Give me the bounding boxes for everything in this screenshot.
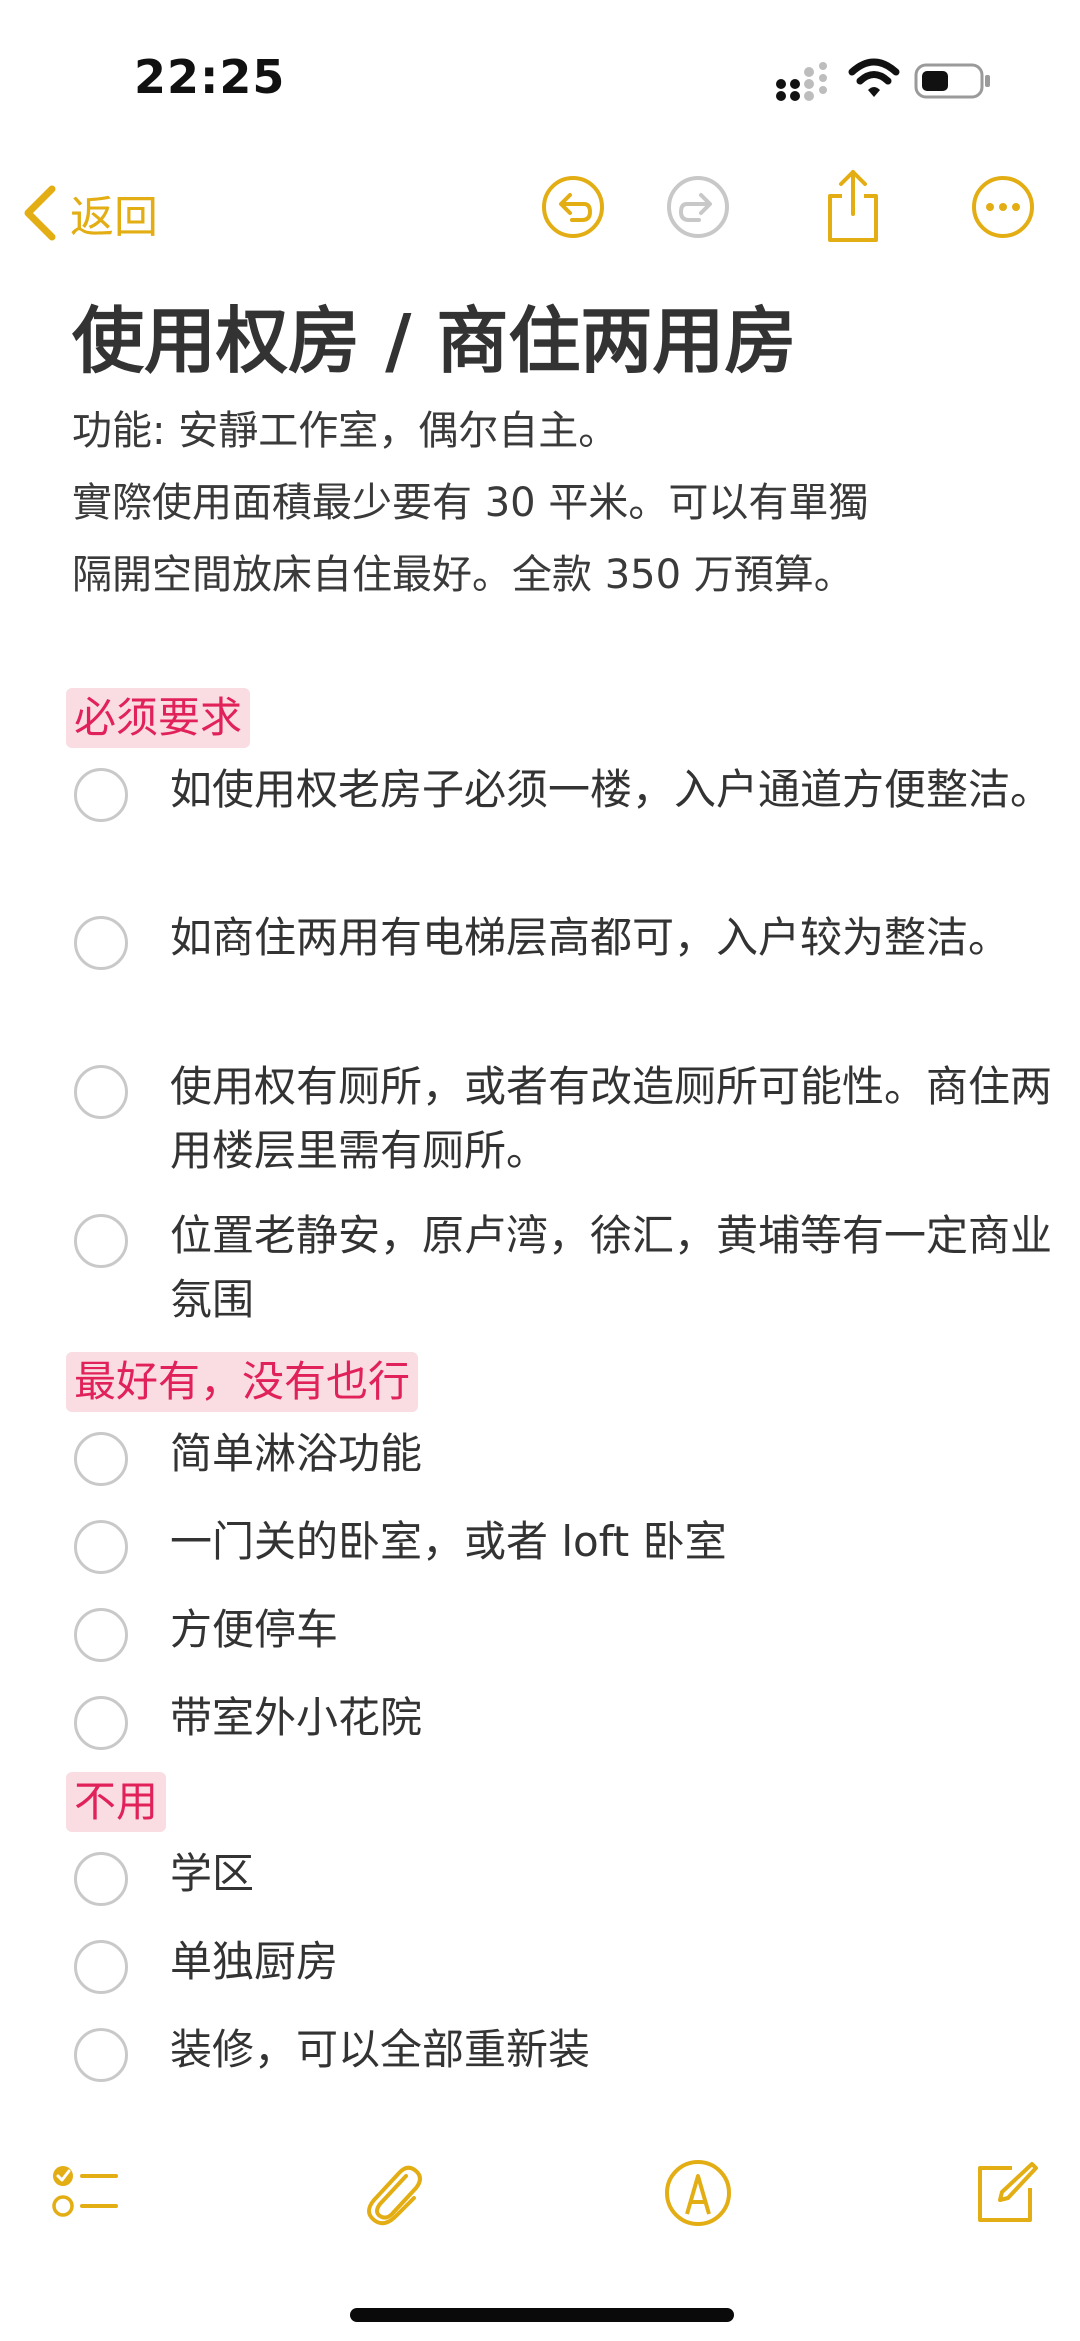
cellular-signal-icon <box>776 62 827 101</box>
battery-icon <box>914 63 990 99</box>
status-time: 22:25 <box>134 50 286 104</box>
note-title[interactable]: 使用权房 / 商住两用房 <box>72 282 796 387</box>
more-icon[interactable] <box>970 174 1036 240</box>
checkbox[interactable] <box>74 916 128 970</box>
body-line: 功能: 安靜工作室，偶尔自主。 <box>72 408 619 454</box>
share-icon[interactable] <box>820 168 886 244</box>
checklist-item-text[interactable]: 方便停车 <box>170 1598 1080 1662</box>
compose-icon[interactable] <box>970 2158 1040 2228</box>
undo-icon[interactable] <box>540 174 606 240</box>
checkbox[interactable] <box>74 1520 128 1574</box>
chevron-left-icon <box>24 185 56 241</box>
checklist-item-text[interactable]: 简单淋浴功能 <box>170 1422 1080 1486</box>
checkbox[interactable] <box>74 1940 128 1994</box>
section-tag-required: 必须要求 <box>66 688 251 748</box>
back-label: 返回 <box>70 192 158 243</box>
checkbox[interactable] <box>74 1214 128 1268</box>
checkbox[interactable] <box>74 1696 128 1750</box>
body-line: 實際使用面積最少要有 30 平米。可以有單獨 <box>72 480 869 526</box>
checkbox[interactable] <box>74 1065 128 1119</box>
home-indicator <box>350 2308 734 2322</box>
checklist-item-text[interactable]: 一门关的卧室，或者 loft 卧室 <box>170 1510 1080 1574</box>
checklist-item-text[interactable]: 如商住两用有电梯层高都可，入户较为整洁。 <box>170 906 1080 970</box>
checklist-item-text[interactable]: 学区 <box>170 1842 1080 1906</box>
redo-icon[interactable] <box>665 174 731 240</box>
checklist-icon[interactable] <box>50 2158 120 2228</box>
checkbox[interactable] <box>74 768 128 822</box>
paperclip-icon[interactable] <box>358 2158 428 2228</box>
markup-pen-icon[interactable] <box>663 2158 733 2228</box>
checklist-item-text[interactable]: 单独厨房 <box>170 1930 1080 1994</box>
checklist-item-text[interactable]: 装修，可以全部重新装 <box>170 2018 1080 2082</box>
section-tag-nice-to-have: 最好有，没有也行 <box>66 1352 419 1412</box>
wifi-icon <box>848 58 900 97</box>
checkbox[interactable] <box>74 1432 128 1486</box>
body-line: 隔開空間放床自住最好。全款 350 万預算。 <box>72 552 854 598</box>
bottom-toolbar <box>0 2140 1080 2250</box>
checkbox[interactable] <box>74 2028 128 2082</box>
checklist-item-text[interactable]: 带室外小花院 <box>170 1686 1080 1750</box>
checkbox[interactable] <box>74 1852 128 1906</box>
section-tag-not-needed: 不用 <box>66 1772 167 1832</box>
checklist-item-text[interactable]: 如使用权老房子必须一楼，入户通道方便整洁。 <box>170 758 1080 822</box>
checkbox[interactable] <box>74 1608 128 1662</box>
checklist-item-text[interactable]: 位置老静安，原卢湾，徐汇，黄埔等有一定商业氛围 <box>170 1204 1080 1332</box>
note-body[interactable]: 功能: 安靜工作室，偶尔自主。 實際使用面積最少要有 30 平米。可以有單獨 隔… <box>72 395 1012 611</box>
nav-bar: 返回 <box>0 160 1080 260</box>
checklist-item-text[interactable]: 使用权有厕所，或者有改造厕所可能性。商住两用楼层里需有厕所。 <box>170 1055 1080 1183</box>
back-button[interactable]: 返回 <box>22 180 158 246</box>
status-bar: 22:25 <box>0 0 1080 150</box>
